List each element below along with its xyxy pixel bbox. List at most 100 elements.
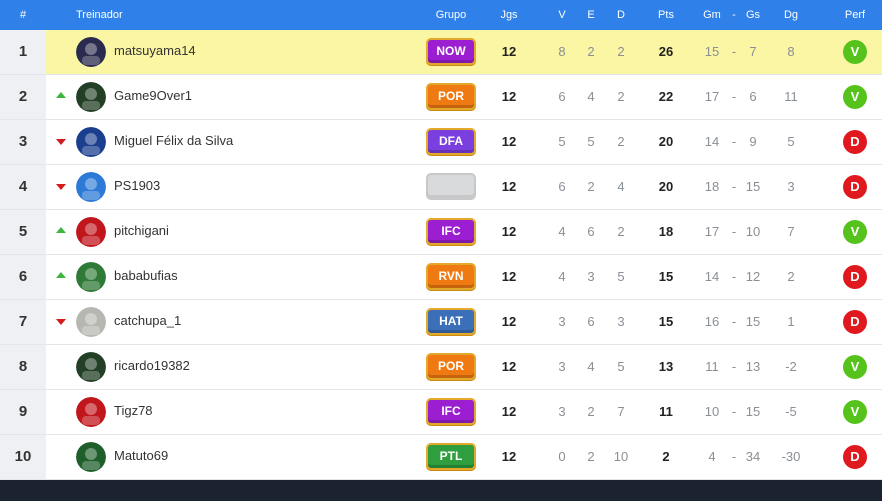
table-row[interactable]: 7 catchupa_1 HAT 12 3 6 3 15 16 - 15 1 D	[0, 300, 882, 345]
avatar[interactable]	[76, 172, 106, 202]
wins: 0	[558, 449, 566, 464]
coach-name[interactable]: Game9Over1	[114, 88, 192, 103]
group-badge[interactable]: NOW	[426, 38, 476, 65]
avatar[interactable]	[76, 82, 106, 112]
header-gs[interactable]: Gs	[741, 9, 765, 21]
coach-name[interactable]: PS1903	[114, 178, 160, 193]
draws: 4	[587, 89, 595, 104]
goals-for: 17	[704, 224, 720, 239]
goals-against: 10	[745, 224, 761, 239]
avatar[interactable]	[76, 217, 106, 247]
goals-separator: -	[731, 134, 737, 149]
header-v[interactable]: V	[553, 9, 571, 21]
avatar-image	[76, 352, 106, 382]
coach-name[interactable]: catchupa_1	[114, 313, 181, 328]
coach-name[interactable]: matsuyama14	[114, 43, 196, 58]
header-jgs[interactable]: Jgs	[494, 9, 524, 21]
goal-difference: 5	[787, 134, 795, 149]
header-coach[interactable]: Treinador	[76, 9, 123, 21]
avatar-image	[76, 307, 106, 337]
table-row[interactable]: 6 bababufias RVN 12 4 3 5 15 14 - 12 2 D	[0, 255, 882, 300]
header-group[interactable]: Grupo	[426, 9, 476, 21]
header-gm[interactable]: Gm	[700, 9, 724, 21]
header-pts[interactable]: Pts	[652, 9, 680, 21]
losses: 5	[617, 359, 625, 374]
goals-separator: -	[731, 89, 737, 104]
row-position: 2	[0, 75, 46, 119]
coach-name[interactable]: Matuto69	[114, 448, 168, 463]
avatar[interactable]	[76, 442, 106, 472]
coach-name[interactable]: ricardo19382	[114, 358, 190, 373]
goals-separator: -	[731, 404, 737, 419]
avatar[interactable]	[76, 262, 106, 292]
group-badge[interactable]: PTL	[426, 443, 476, 470]
draws: 2	[587, 44, 595, 59]
header-dg[interactable]: Dg	[777, 9, 805, 21]
goals-separator: -	[731, 314, 737, 329]
table-row[interactable]: 8 ricardo19382 POR 12 3 4 5 13 11 - 13 -…	[0, 345, 882, 390]
goals-for: 10	[704, 404, 720, 419]
games-played: 12	[501, 404, 517, 419]
draws: 3	[587, 269, 595, 284]
avatar[interactable]	[76, 307, 106, 337]
points: 26	[658, 44, 674, 59]
trend-down-icon	[56, 184, 66, 190]
avatar-image	[76, 82, 106, 112]
avatar[interactable]	[76, 352, 106, 382]
games-played: 12	[501, 449, 517, 464]
group-badge[interactable]	[426, 173, 476, 200]
row-position: 10	[0, 435, 46, 479]
coach-name[interactable]: Tigz78	[114, 403, 153, 418]
table-row[interactable]: 1 matsuyama14 NOW 12 8 2 2 26 15 - 7 8 V	[0, 30, 882, 75]
table-row[interactable]: 5 pitchigani IFC 12 4 6 2 18 17 - 10 7 V	[0, 210, 882, 255]
avatar-image	[76, 262, 106, 292]
trend-up-icon	[56, 272, 66, 278]
avatar[interactable]	[76, 397, 106, 427]
points: 15	[658, 269, 674, 284]
goals-against: 9	[749, 134, 757, 149]
avatar[interactable]	[76, 127, 106, 157]
wins: 4	[558, 269, 566, 284]
header-e[interactable]: E	[582, 9, 600, 21]
table-body: 1 matsuyama14 NOW 12 8 2 2 26 15 - 7 8 V…	[0, 30, 882, 480]
group-badge[interactable]: IFC	[426, 398, 476, 425]
trend-down-icon	[56, 319, 66, 325]
goals-against: 6	[749, 89, 757, 104]
goal-difference: 8	[787, 44, 795, 59]
goals-for: 14	[704, 269, 720, 284]
group-badge[interactable]: POR	[426, 353, 476, 380]
goals-against: 15	[745, 314, 761, 329]
goals-for: 17	[704, 89, 720, 104]
goal-difference: -2	[785, 359, 797, 374]
table-row[interactable]: 3 Miguel Félix da Silva DFA 12 5 5 2 20 …	[0, 120, 882, 165]
group-badge[interactable]: RVN	[426, 263, 476, 290]
performance-badge: D	[843, 310, 867, 334]
goals-for: 16	[704, 314, 720, 329]
goal-difference: 7	[787, 224, 795, 239]
header-d[interactable]: D	[609, 9, 633, 21]
row-position: 7	[0, 300, 46, 344]
group-badge[interactable]: IFC	[426, 218, 476, 245]
row-position: 9	[0, 390, 46, 434]
goals-against: 13	[745, 359, 761, 374]
table-row[interactable]: 2 Game9Over1 POR 12 6 4 2 22 17 - 6 11 V	[0, 75, 882, 120]
coach-name[interactable]: pitchigani	[114, 223, 169, 238]
header-perf[interactable]: Perf	[838, 9, 872, 21]
group-badge[interactable]: POR	[426, 83, 476, 110]
wins: 3	[558, 404, 566, 419]
table-row[interactable]: 4 PS1903 12 6 2 4 20 18 - 15 3 D	[0, 165, 882, 210]
avatar[interactable]	[76, 37, 106, 67]
performance-badge: V	[843, 85, 867, 109]
coach-name[interactable]: bababufias	[114, 268, 178, 283]
group-badge[interactable]: HAT	[426, 308, 476, 335]
group-badge[interactable]: DFA	[426, 128, 476, 155]
table-header: # Treinador Grupo Jgs V E D Pts Gm - Gs …	[0, 0, 882, 30]
table-row[interactable]: 10 Matuto69 PTL 12 0 2 10 2 4 - 34 -30 D	[0, 435, 882, 480]
performance-badge: D	[843, 130, 867, 154]
points: 22	[658, 89, 674, 104]
wins: 8	[558, 44, 566, 59]
table-row[interactable]: 9 Tigz78 IFC 12 3 2 7 11 10 - 15 -5 V	[0, 390, 882, 435]
coach-name[interactable]: Miguel Félix da Silva	[114, 133, 233, 148]
games-played: 12	[501, 269, 517, 284]
goals-for: 15	[704, 44, 720, 59]
